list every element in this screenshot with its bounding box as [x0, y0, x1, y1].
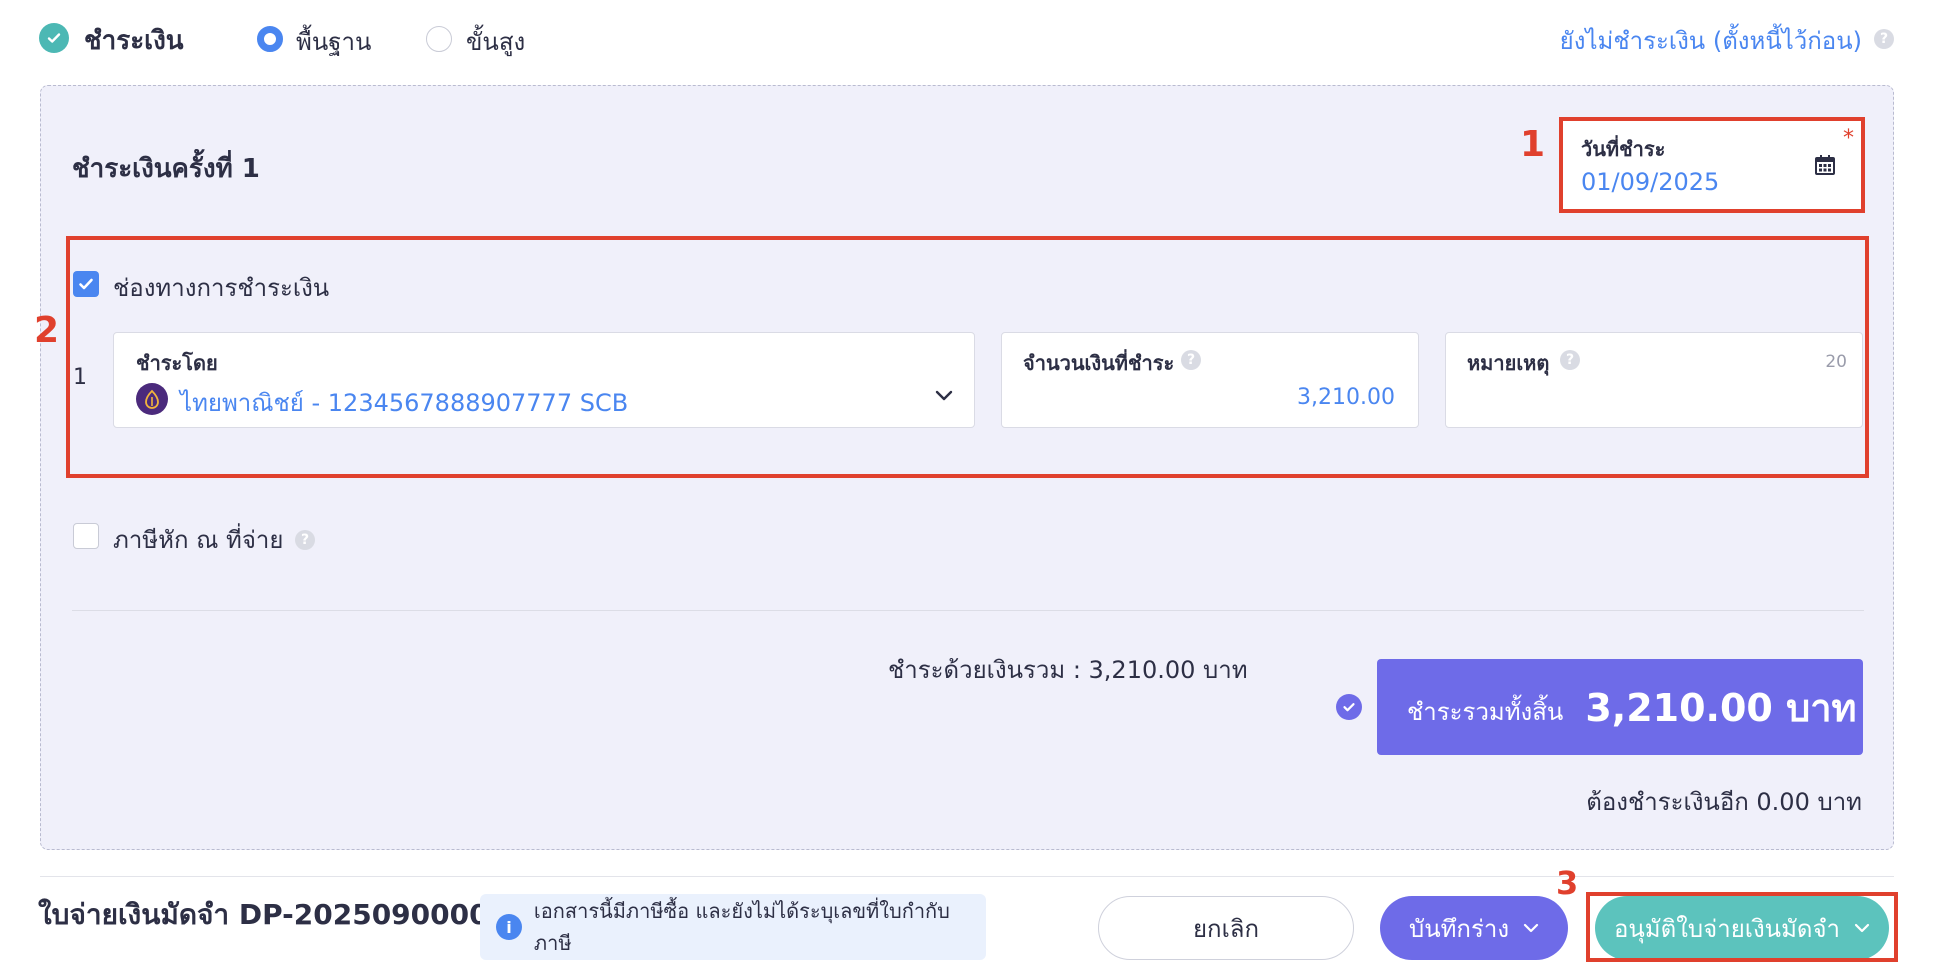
withholding-help-icon[interactable]: ?	[295, 530, 315, 550]
scb-bank-logo-icon	[136, 383, 168, 415]
required-mark: *	[1843, 126, 1854, 151]
withholding-tax-checkbox[interactable]	[73, 523, 99, 549]
section-divider	[72, 610, 1864, 611]
footer-divider	[40, 876, 1894, 877]
draft-chevron-down-icon	[1523, 923, 1539, 933]
amount-help-icon[interactable]: ?	[1181, 350, 1201, 370]
payment-row-index: 1	[73, 365, 87, 390]
grand-total-value: 3,210.00 บาท	[1585, 685, 1857, 730]
payment-round-title: ชำระเงินครั้งที่ 1	[72, 154, 260, 184]
payment-date-label: วันที่ชำระ	[1581, 137, 1666, 161]
grand-total-box: ชำระรวมทั้งสิ้น 3,210.00 บาท	[1377, 659, 1863, 755]
mode-basic-label[interactable]: พื้นฐาน	[296, 22, 371, 61]
annotation-box-approve	[1586, 892, 1898, 962]
calendar-icon[interactable]	[1814, 154, 1836, 180]
annotation-number-2: 2	[34, 310, 60, 351]
save-draft-button[interactable]: บันทึกร่าง	[1380, 896, 1568, 960]
defer-payment-link[interactable]: ยังไม่ชำระเงิน (ตั้งหนี้ไว้ก่อน)	[1560, 21, 1862, 60]
payment-channel-label: ช่องทางการชำระเงิน	[113, 274, 330, 302]
note-label: หมายเหตุ	[1467, 351, 1550, 375]
payment-enabled-check-icon[interactable]	[39, 23, 69, 53]
info-icon: i	[496, 914, 522, 940]
annotation-number-1: 1	[1520, 124, 1546, 165]
tax-notice-text: เอกสารนี้มีภาษีซื้อ และยังไม่ได้ระบุเลขท…	[533, 899, 950, 955]
amount-value[interactable]: 3,210.00	[1297, 385, 1395, 410]
save-draft-label: บันทึกร่าง	[1408, 914, 1510, 943]
note-char-counter: 20	[1825, 352, 1847, 372]
cancel-button[interactable]: ยกเลิก	[1098, 896, 1354, 960]
payment-date-value[interactable]: 01/09/2025	[1581, 168, 1719, 196]
annotation-number-3: 3	[1556, 864, 1579, 902]
payment-channel-checkbox[interactable]	[73, 271, 99, 297]
total-cash-text: ชำระด้วยเงินรวม : 3,210.00 บาท	[888, 656, 1248, 684]
pay-by-value[interactable]: ไทยพาณิชย์ - 1234567888907777 SCB	[180, 383, 628, 422]
chevron-down-icon[interactable]	[934, 388, 954, 407]
mode-advanced-radio[interactable]	[426, 26, 452, 52]
mode-advanced-label[interactable]: ขั้นสูง	[466, 22, 525, 61]
tax-notice-banner: i เอกสารนี้มีภาษีซื้อ และยังไม่ได้ระบุเล…	[480, 894, 986, 960]
amount-label: จำนวนเงินที่ชำระ	[1023, 351, 1175, 375]
withholding-tax-label: ภาษีหัก ณ ที่จ่าย	[113, 526, 284, 554]
remaining-amount-text: ต้องชำระเงินอีก 0.00 บาท	[1586, 788, 1862, 816]
total-confirm-check-icon	[1336, 694, 1362, 720]
pay-by-label: ชำระโดย	[136, 351, 218, 375]
document-title: ใบจ่ายเงินมัดจำ DP-20250900001	[38, 898, 509, 931]
note-help-icon[interactable]: ?	[1560, 350, 1580, 370]
defer-help-icon[interactable]: ?	[1874, 29, 1894, 49]
payment-section-title: ชำระเงิน	[84, 26, 184, 56]
grand-total-label: ชำระรวมทั้งสิ้น	[1407, 697, 1564, 726]
mode-basic-radio[interactable]	[257, 26, 283, 52]
